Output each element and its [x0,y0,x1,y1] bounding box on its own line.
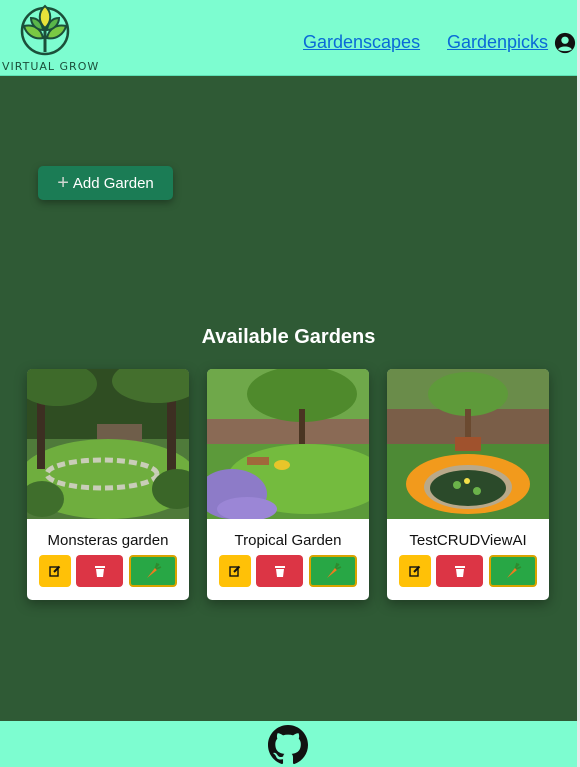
garden-name: Tropical Garden [234,532,342,549]
add-garden-button[interactable]: + Add Garden [38,166,173,200]
garden-name: Monsteras garden [47,532,169,549]
nav-link-gardenscapes[interactable]: Gardenscapes [303,32,420,53]
grow-button[interactable] [489,555,537,587]
garden-card: Tropical Garden [207,369,369,600]
section-title: Available Gardens [201,326,376,348]
edit-button[interactable] [39,555,71,587]
nav-link-gardenpicks[interactable]: Gardenpicks [447,32,548,53]
grow-button[interactable] [129,555,177,587]
delete-button[interactable] [436,555,483,587]
carrot-icon [507,562,522,578]
delete-button[interactable] [256,555,303,587]
garden-card: TestCRUDViewAI [387,369,549,600]
trash-icon [274,565,285,577]
github-icon[interactable] [268,725,308,765]
add-garden-label: Add Garden [72,174,154,192]
top-navbar: VIRTUAL GROW Gardenscapes Gardenpicks [0,0,577,76]
carrot-icon [147,562,162,578]
grow-button[interactable] [309,555,357,587]
logo-text: VIRTUAL GROW [2,60,100,73]
garden-name: TestCRUDViewAI [409,532,527,549]
garden-image[interactable] [27,369,189,519]
edit-button[interactable] [399,555,431,587]
edit-button[interactable] [219,555,251,587]
edit-icon [49,565,61,577]
trash-icon [454,565,465,577]
edit-icon [409,565,421,577]
virtual-grow-logo[interactable]: VIRTUAL GROW [2,4,98,73]
footer [0,721,577,767]
edit-icon [229,565,241,577]
plus-icon: + [57,172,69,194]
plant-logo-icon [20,4,70,56]
user-circle-icon[interactable] [554,32,576,54]
carrot-icon [327,562,342,578]
delete-button[interactable] [76,555,123,587]
garden-card: Monsteras garden [27,369,189,600]
garden-image[interactable] [387,369,549,519]
trash-icon [94,565,105,577]
garden-image[interactable] [207,369,369,519]
